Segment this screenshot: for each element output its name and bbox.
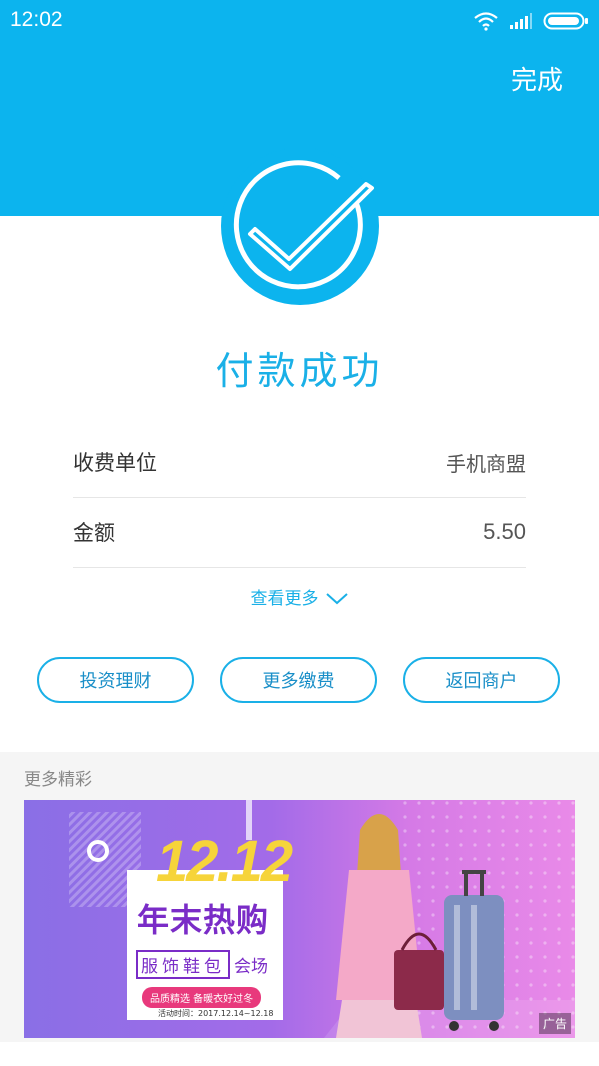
detail-row-amount: 金额 5.50 — [73, 497, 526, 568]
bottom-spacer — [0, 1042, 599, 1066]
return-merchant-button[interactable]: 返回商户 — [403, 657, 560, 703]
wifi-icon — [474, 12, 498, 31]
banner-subline-boxed: 服饰鞋包 — [136, 950, 230, 979]
battery-icon — [543, 12, 588, 30]
payment-success-title: 付款成功 — [215, 349, 384, 393]
detail-value: 5.50 — [483, 519, 526, 544]
see-more-label: 查看更多 — [250, 589, 319, 609]
done-button[interactable]: 完成 — [511, 60, 563, 97]
detail-label: 金额 — [73, 521, 115, 545]
more-payments-button[interactable]: 更多缴费 — [220, 657, 377, 703]
success-badge — [221, 147, 379, 305]
banner-date: 活动时间：2017.12.14~12.18 — [158, 1009, 274, 1018]
status-time: 12:02 — [10, 8, 63, 31]
banner-headline: 年末热购 — [137, 901, 270, 939]
see-more-link[interactable]: 查看更多 — [0, 584, 599, 609]
chevron-down-icon — [325, 593, 348, 605]
checkmark-icon — [222, 148, 378, 304]
ad-badge: 广告 — [538, 1013, 571, 1034]
detail-row-payee: 收费单位 手机商盟 — [73, 427, 526, 498]
invest-button[interactable]: 投资理财 — [37, 657, 194, 703]
banner-subline-tail: 会场 — [234, 957, 268, 977]
more-section-title: 更多精彩 — [24, 770, 92, 790]
status-icons — [473, 10, 589, 32]
banner-headline-number: 12.12 — [156, 829, 293, 894]
banner-pill: 品质精选 备暖衣好过冬 — [142, 987, 262, 1008]
ad-banner[interactable]: 12.12 年末热购 服饰鞋包 会场 品质精选 备暖衣好过冬 活动时间：2017… — [24, 800, 575, 1038]
detail-label: 收费单位 — [73, 451, 157, 475]
banner-decoration — [69, 800, 575, 1038]
banner-subline: 服饰鞋包 会场 — [136, 950, 268, 979]
signal-icon — [510, 13, 532, 29]
status-bar: 12:02 — [0, 0, 599, 44]
detail-value: 手机商盟 — [446, 451, 526, 476]
